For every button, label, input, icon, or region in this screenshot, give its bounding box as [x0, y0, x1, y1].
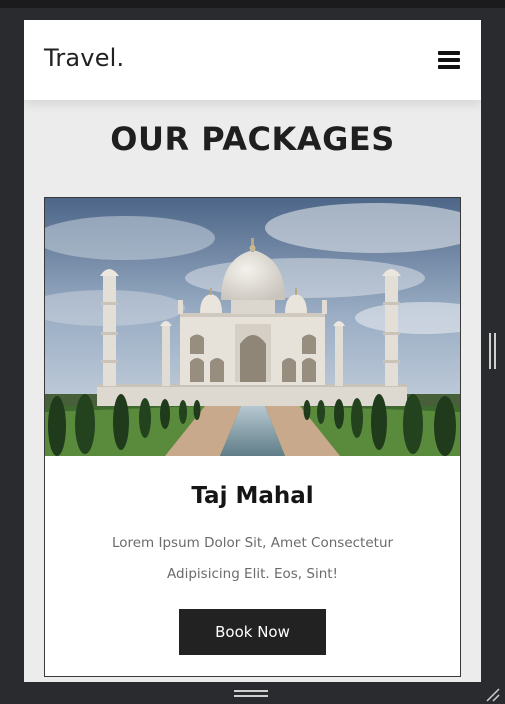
- horizontal-resize-handle-icon[interactable]: [234, 690, 268, 698]
- package-card: Taj Mahal Lorem Ipsum Dolor Sit, Amet Co…: [44, 197, 461, 677]
- taj-mahal-image: [45, 198, 460, 456]
- device-frame-top: [0, 0, 505, 8]
- section-title: OUR PACKAGES: [110, 120, 395, 158]
- vertical-resize-handle-icon[interactable]: [489, 333, 497, 369]
- corner-resize-icon[interactable]: [484, 686, 500, 702]
- navbar: Travel.: [24, 20, 481, 100]
- brand-logo[interactable]: Travel.: [44, 44, 124, 72]
- package-title: Taj Mahal: [191, 483, 314, 509]
- mobile-viewport: Travel. OUR PACKAGES Taj Mahal Lorem Ips…: [24, 20, 481, 682]
- book-now-button[interactable]: Book Now: [179, 609, 326, 655]
- package-description: Lorem Ipsum Dolor Sit, Amet Consectetur …: [111, 535, 394, 582]
- hamburger-menu-icon[interactable]: [438, 51, 460, 69]
